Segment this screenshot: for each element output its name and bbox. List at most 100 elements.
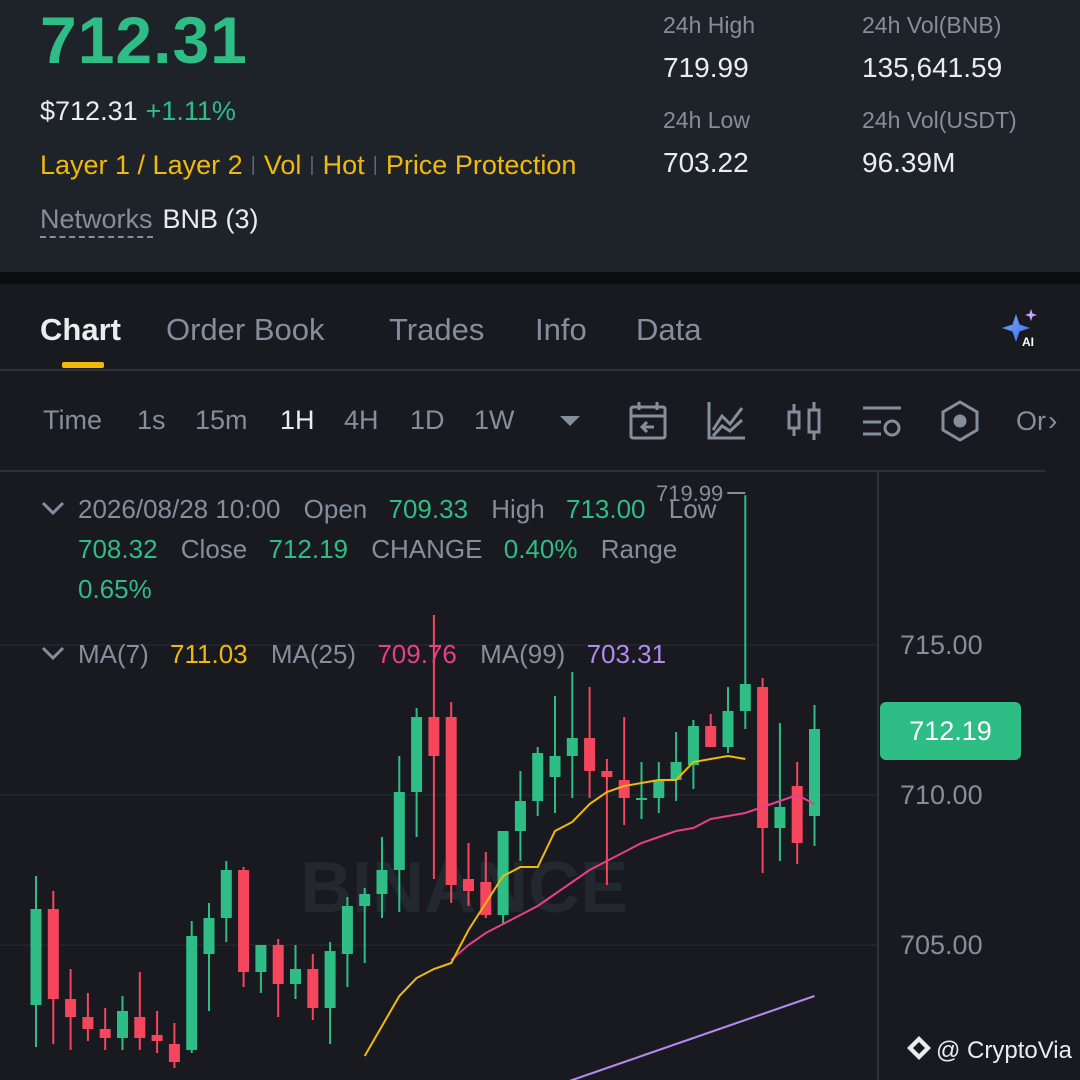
ohlc-line-3: 0.65% bbox=[78, 574, 152, 605]
networks-row[interactable]: Networks BNB (3) bbox=[40, 204, 259, 238]
interval-15m[interactable]: 15m bbox=[195, 405, 248, 436]
candle-body bbox=[532, 753, 544, 801]
candle-body bbox=[203, 918, 215, 954]
interval-1h[interactable]: 1H bbox=[280, 405, 315, 436]
y-tick-label: 715.00 bbox=[900, 630, 983, 660]
ai-sparkle-icon[interactable]: AI bbox=[998, 306, 1042, 355]
candle-body bbox=[428, 717, 440, 756]
tag-hot[interactable]: Hot bbox=[323, 150, 365, 180]
candle-body bbox=[705, 726, 717, 747]
stat-low-label: 24h Low bbox=[663, 107, 750, 133]
candle-body bbox=[82, 1017, 94, 1029]
chevron-down-icon[interactable] bbox=[40, 494, 66, 525]
candle-body bbox=[463, 879, 474, 891]
ma7-value: 711.03 bbox=[170, 639, 248, 669]
ohlc-line-1: 2026/08/28 10:00 Open 709.33 High 713.00… bbox=[40, 494, 716, 525]
ma25-value: 709.76 bbox=[377, 639, 457, 669]
ohlc-line-2: 708.32 Close 712.19 CHANGE 0.40% Range bbox=[78, 534, 677, 565]
interval-1w[interactable]: 1W bbox=[474, 405, 515, 436]
tag-separator: | bbox=[372, 154, 378, 176]
ohlc-range-label: Range bbox=[600, 534, 678, 564]
tab-data[interactable]: Data bbox=[636, 312, 701, 348]
ohlc-close-label: Close bbox=[180, 534, 248, 564]
candle-body bbox=[117, 1011, 128, 1038]
ohlc-low-label: Low bbox=[668, 494, 717, 524]
chevron-down-icon[interactable] bbox=[40, 639, 66, 670]
tab-order-book[interactable]: Order Book bbox=[166, 312, 325, 348]
interval-time[interactable]: Time bbox=[43, 405, 102, 436]
candle-body bbox=[168, 1044, 180, 1062]
candle-body bbox=[549, 756, 561, 777]
stat-vol-usdt-value: 96.39M bbox=[862, 147, 956, 178]
tag-layer[interactable]: Layer 1 / Layer 2 bbox=[40, 150, 243, 180]
candle-body bbox=[618, 780, 630, 798]
candle-body bbox=[341, 906, 353, 954]
stat-vol-usdt-label: 24h Vol(USDT) bbox=[862, 107, 1017, 133]
candle-body bbox=[238, 870, 250, 972]
section-divider bbox=[0, 272, 1080, 284]
networks-label[interactable]: Networks bbox=[40, 204, 153, 238]
tag-price-protection[interactable]: Price Protection bbox=[386, 150, 577, 180]
ma-legend: MA(7) 711.03 MA(25) 709.76 MA(99) 703.31 bbox=[40, 639, 666, 670]
credit-text: @ CryptoVia bbox=[936, 1036, 1072, 1064]
ohlc-change: 0.40% bbox=[503, 534, 578, 564]
ohlc-open-label: Open bbox=[303, 494, 368, 524]
candle-body bbox=[186, 936, 198, 1050]
date-range-icon[interactable] bbox=[628, 400, 668, 447]
interval-1d[interactable]: 1D bbox=[410, 405, 445, 436]
tab-info[interactable]: Info bbox=[535, 312, 587, 348]
candle-body bbox=[653, 780, 665, 798]
ohlc-datetime: 2026/08/28 10:00 bbox=[78, 494, 281, 524]
candle-body bbox=[30, 909, 42, 1005]
cryptovia-logo-icon bbox=[906, 1035, 932, 1068]
tag-separator: | bbox=[250, 154, 256, 176]
candle-body bbox=[99, 1029, 111, 1038]
candle-body bbox=[601, 771, 613, 777]
tag-vol[interactable]: Vol bbox=[264, 150, 302, 180]
ohlc-low: 708.32 bbox=[78, 534, 158, 564]
candle-body bbox=[636, 798, 647, 800]
interval-dropdown-icon[interactable] bbox=[556, 412, 584, 437]
candle-body bbox=[47, 909, 59, 999]
indicator-icon[interactable] bbox=[705, 400, 747, 447]
candle-body bbox=[445, 717, 457, 885]
candle-body bbox=[514, 801, 526, 831]
y-tick-label: 705.00 bbox=[900, 930, 983, 960]
candle-body bbox=[290, 969, 301, 984]
candle-body bbox=[324, 951, 336, 1008]
svg-text:AI: AI bbox=[1022, 335, 1034, 349]
candle-type-icon[interactable] bbox=[785, 400, 823, 447]
ohlc-range: 0.65% bbox=[78, 574, 152, 604]
tag-list: Layer 1 / Layer 2 | Vol | Hot | Price Protecti… bbox=[40, 150, 576, 181]
ma99-label: MA(99) bbox=[480, 639, 566, 669]
candle-body bbox=[65, 999, 77, 1017]
settings-icon[interactable] bbox=[861, 400, 903, 447]
ma7-label: MA(7) bbox=[78, 639, 149, 669]
more-tools[interactable]: Or› bbox=[1016, 405, 1057, 437]
candle-body bbox=[774, 807, 786, 828]
candle-body bbox=[411, 717, 423, 792]
y-axis-ticks: 715.00 710.00 705.00 bbox=[900, 630, 983, 960]
candle-body bbox=[722, 711, 734, 747]
ma99-value: 703.31 bbox=[586, 639, 667, 669]
active-tab-indicator bbox=[62, 362, 104, 368]
interval-1s[interactable]: 1s bbox=[137, 405, 166, 436]
stat-vol-bnb-label: 24h Vol(BNB) bbox=[862, 12, 1002, 38]
tab-trades[interactable]: Trades bbox=[389, 312, 484, 348]
candle-body bbox=[151, 1035, 163, 1041]
ohlc-high-label: High bbox=[491, 494, 545, 524]
candle-body bbox=[393, 792, 405, 870]
ma99-line bbox=[569, 995, 815, 1080]
tab-chart[interactable]: Chart bbox=[40, 312, 121, 348]
candle-body bbox=[272, 945, 284, 984]
price-usd-line: $712.31 +1.11% bbox=[40, 96, 236, 127]
stat-vol-bnb-value: 135,641.59 bbox=[862, 52, 1003, 83]
interval-4h[interactable]: 4H bbox=[344, 405, 379, 436]
candle-body bbox=[376, 870, 388, 894]
candle-body bbox=[134, 1017, 146, 1038]
ohlc-open: 709.33 bbox=[388, 494, 469, 524]
depth-icon[interactable] bbox=[940, 400, 980, 447]
last-price-badge: 712.19 bbox=[880, 702, 1021, 760]
ma25-label: MA(25) bbox=[270, 639, 357, 669]
stat-high-label: 24h High bbox=[663, 12, 756, 38]
